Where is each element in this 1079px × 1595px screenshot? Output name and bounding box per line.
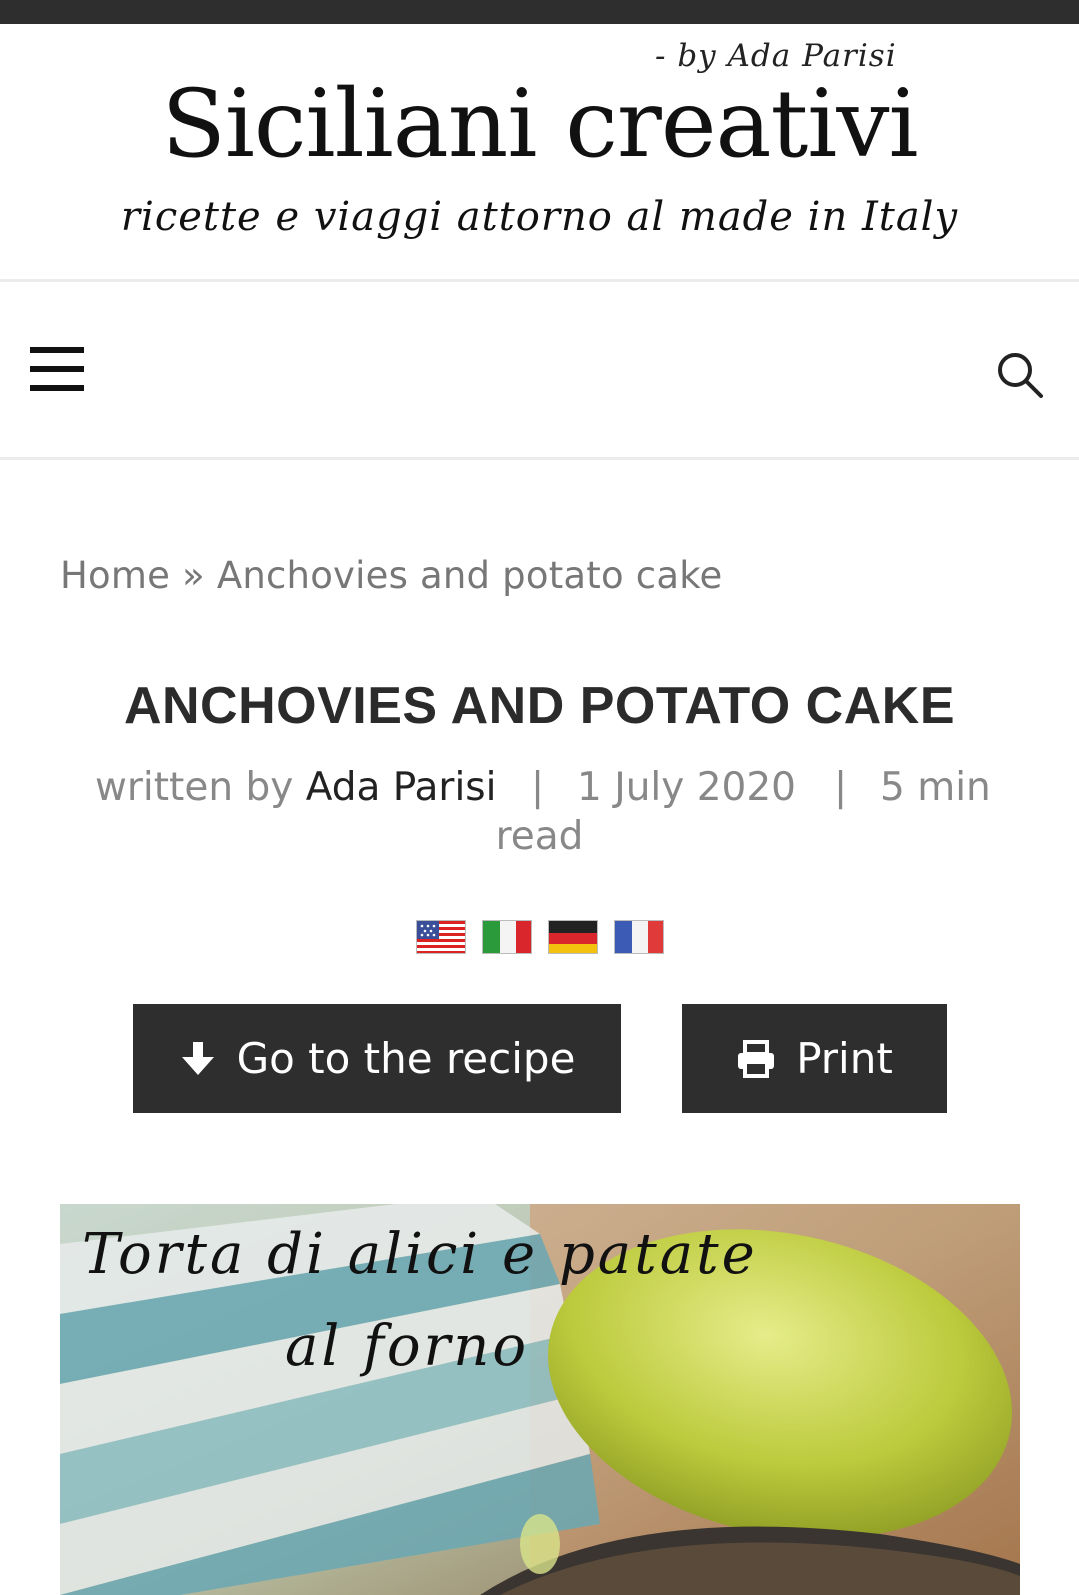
arrow-down-icon	[181, 1041, 214, 1075]
hero-text-line2: al forno	[285, 1314, 530, 1379]
site-logo[interactable]: - by Ada Parisi Siciliani creativi ricet…	[0, 24, 1079, 282]
post-meta-byline: written by Ada Parisi	[95, 765, 496, 810]
us-flag-icon[interactable]	[416, 920, 466, 954]
print-button[interactable]: Print	[682, 1004, 947, 1113]
read-time: 5 min	[880, 765, 991, 810]
read-time-cont: read	[495, 814, 584, 859]
written-by-label: written by	[95, 765, 306, 810]
meta-separator-2: |	[834, 765, 848, 810]
hero-image: Torta di alici e patate al forno	[60, 1204, 1020, 1595]
navigation-bar	[0, 285, 1079, 460]
logo-subtitle: ricette e viaggi attorno al made in Ital…	[120, 194, 959, 240]
logo-title: Siciliani creativi	[161, 70, 918, 179]
print-label: Print	[796, 1034, 893, 1083]
logo-byline: - by Ada Parisi	[655, 38, 897, 74]
author-link[interactable]: Ada Parisi	[306, 765, 497, 810]
breadcrumb: Home » Anchovies and potato cake	[60, 554, 722, 597]
germany-flag-icon[interactable]	[548, 920, 598, 954]
meta-separator-1: |	[531, 765, 545, 810]
italy-flag-icon[interactable]	[482, 920, 532, 954]
post-date: 1 July 2020	[577, 765, 796, 810]
go-to-recipe-button[interactable]: Go to the recipe	[133, 1004, 621, 1113]
top-bar	[0, 0, 1079, 24]
post-title: ANCHOVIES AND POTATO CAKE	[123, 677, 956, 735]
france-flag-icon[interactable]	[614, 920, 664, 954]
breadcrumb-current: Anchovies and potato cake	[216, 554, 723, 597]
printer-icon	[738, 1039, 775, 1078]
hamburger-menu-icon[interactable]	[30, 347, 84, 393]
search-icon[interactable]	[996, 351, 1044, 399]
breadcrumb-home-link[interactable]: Home	[60, 554, 170, 597]
breadcrumb-separator: »	[170, 554, 217, 597]
go-to-recipe-label: Go to the recipe	[236, 1034, 576, 1083]
hero-text-line1: Torta di alici e patate	[82, 1222, 758, 1287]
